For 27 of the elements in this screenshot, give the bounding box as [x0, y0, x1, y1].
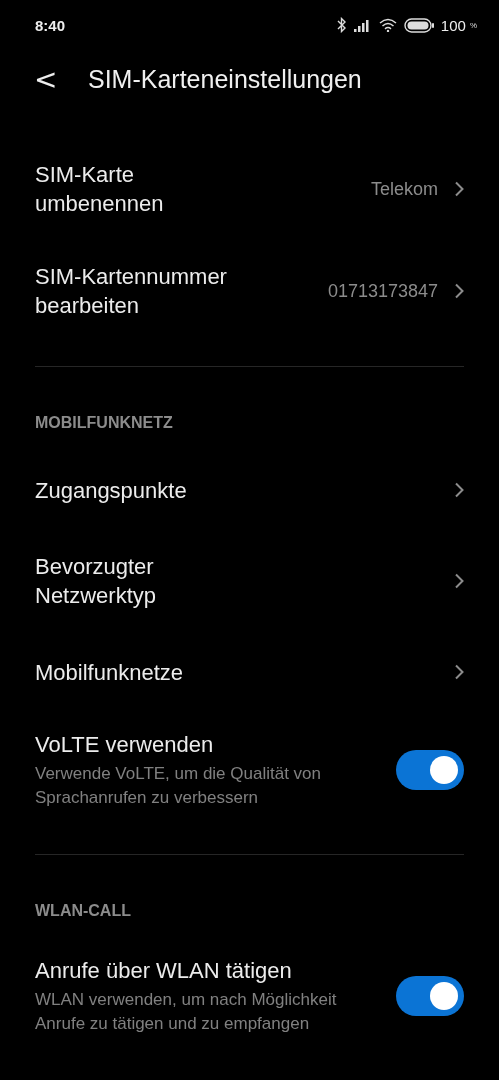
wifi-icon: [378, 18, 397, 32]
toggle-switch[interactable]: [396, 750, 464, 790]
battery-level: 100: [440, 16, 466, 34]
settings-row[interactable]: Mobilfunknetze: [0, 632, 499, 712]
percent-sign: %: [469, 20, 477, 30]
chevron-icon: [454, 573, 464, 589]
chevron-icon: [454, 482, 464, 498]
chevron-icon: [454, 283, 464, 299]
settings-row[interactable]: SIM-Karte umbenennen Telekom: [0, 138, 499, 240]
settings-row[interactable]: SIM-Kartennummer bearbeiten 01713173847: [0, 240, 499, 342]
signal-icon: [353, 18, 372, 32]
status-time: 8:40: [35, 16, 66, 34]
setting-title: VoLTE verwenden: [35, 731, 215, 759]
settings-row[interactable]: Bevorzugter Netzwerktyp: [0, 530, 499, 632]
settings-row[interactable]: Zugangspunkte: [0, 450, 499, 530]
bluetooth-icon: [336, 17, 347, 33]
battery-icon: [403, 17, 434, 33]
toggle-switch[interactable]: [396, 976, 464, 1016]
setting-description: WLAN verwenden, um nach Möglichkeit Anrufe zu tätigen und zu empfangen: [35, 989, 338, 1035]
section-header: MOBILFUNKNETZ: [34, 413, 174, 433]
section-header: WLAN-CALL: [34, 901, 132, 921]
back-button[interactable]: <: [30, 62, 58, 96]
setting-description: Verwende VoLTE, um die Qualität von Sprachanrufen zu verbessern: [35, 763, 323, 809]
setting-title: Anrufe über WLAN tätigen: [35, 957, 293, 985]
chevron-icon: [454, 664, 464, 680]
page-title: SIM-Karteneinstellungen: [88, 64, 362, 94]
chevron-icon: [454, 181, 464, 197]
